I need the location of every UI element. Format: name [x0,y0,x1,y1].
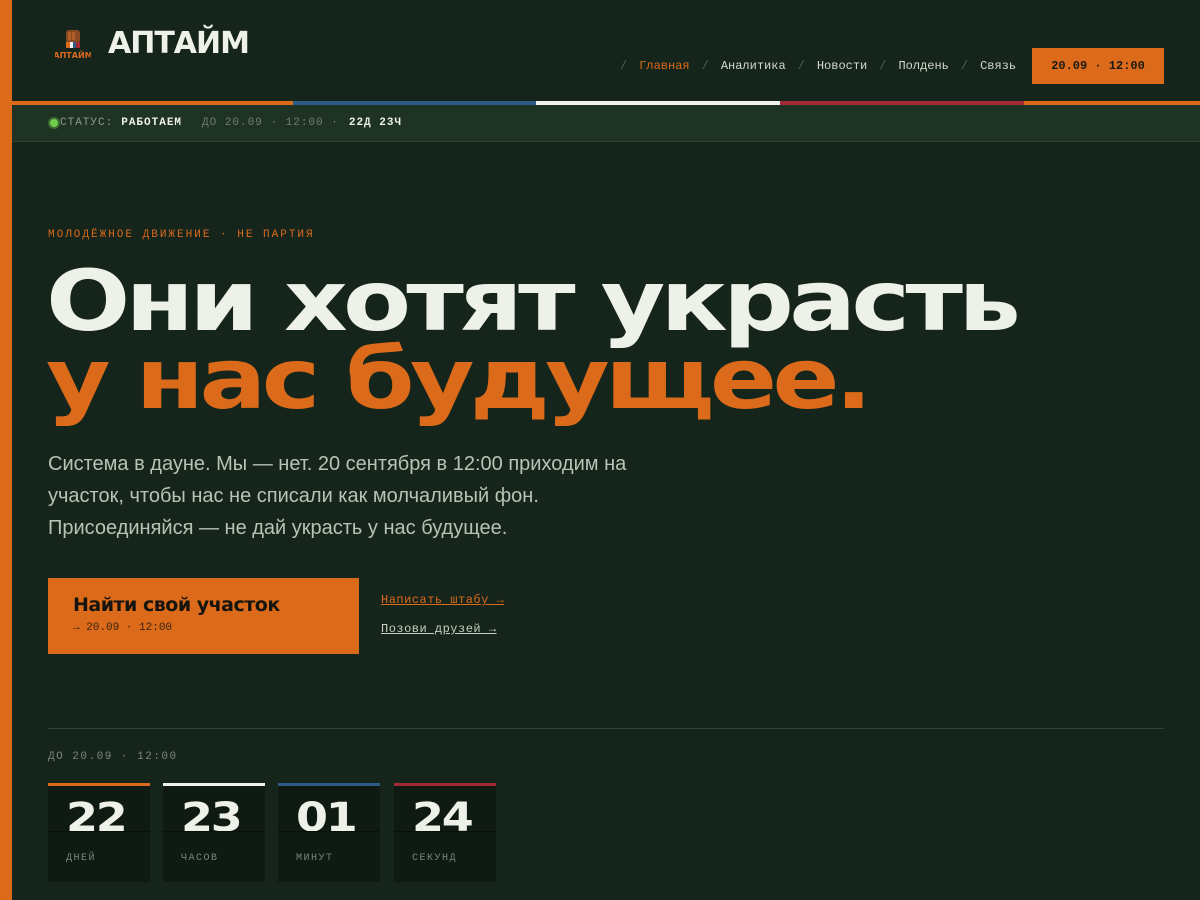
raised-fist-logo-icon[interactable]: АПТАЙМ [55,28,91,60]
counter-value: 23 [181,795,243,841]
counter-unit: СЕКУНД [412,853,458,864]
status-value: РАБОТАЕМ [121,117,183,129]
counter-split-line [163,831,265,832]
nav-item-2[interactable]: Новости [817,59,867,73]
status-indicator-icon [48,117,60,129]
countdown-hours: 23 ЧАСОВ [163,783,265,882]
counter-unit: МИНУТ [296,853,334,864]
counter-accent-bar [394,783,496,786]
main-nav: / Главная / Аналитика / Новости / Полден… [608,59,1016,73]
countdown-label: ДО 20.09 · 12:00 [48,751,178,763]
invite-friends-link[interactable]: Позови друзей → [381,622,497,636]
date-button[interactable]: 20.09 · 12:00 [1032,48,1164,84]
counter-split-line [394,831,496,832]
counter-value: 24 [412,795,474,841]
counter-unit: ДНЕЙ [66,853,97,864]
counter-value: 22 [66,795,128,841]
countdown-days: 22 ДНЕЙ [48,783,150,882]
nav-item-1[interactable]: Аналитика [721,59,786,73]
nav-separator: / [879,59,887,73]
hero-headline: Они хотят украсть у нас будущее. [46,252,1200,428]
nav-item-3[interactable]: Полдень [898,59,948,73]
left-accent-stripe [0,0,12,900]
status-label: СТАТУС: [60,117,114,129]
nav-separator: / [620,59,628,73]
find-polling-station-button[interactable]: Найти свой участок → 20.09 · 12:00 [48,578,359,654]
nav-separator: / [797,59,805,73]
countdown-seconds: 24 СЕКУНД [394,783,496,882]
counter-split-line [48,831,150,832]
cta-title: Найти свой участок [73,594,280,616]
counter-accent-bar [48,783,150,786]
hero-eyebrow: МОЛОДЁЖНОЕ ДВИЖЕНИЕ · НЕ ПАРТИЯ [48,229,315,241]
hero-lead: Система в дауне. Мы — нет. 20 сентября в… [48,453,627,539]
write-hq-link[interactable]: Написать штабу → [381,593,504,607]
logo-caption: АПТАЙМ [55,49,91,60]
site-header: АПТАЙМ АПТАЙМ / Главная / Аналитика / Но… [12,0,1200,101]
counter-value: 01 [296,795,358,841]
nav-item-4[interactable]: Связь [980,59,1016,73]
nav-separator: / [960,59,969,73]
counter-unit: ЧАСОВ [181,853,219,864]
countdown-minutes: 01 МИНУТ [278,783,380,882]
nav-separator: / [701,59,709,73]
counter-split-line [278,831,380,832]
brand-name[interactable]: АПТАЙМ [108,26,250,61]
status-until: ДО 20.09 · 12:00 · [202,117,339,129]
status-bar: СТАТУС: РАБОТАЕМ ДО 20.09 · 12:00 · 22Д … [12,105,1200,142]
counter-accent-bar [278,783,380,786]
section-divider [48,728,1164,729]
headline-line-1: Они хотят украсть [46,252,1021,350]
cta-subtitle: → 20.09 · 12:00 [73,622,173,634]
nav-item-0[interactable]: Главная [639,59,689,73]
headline-line-2: у нас будущее. [46,330,873,428]
counter-accent-bar [163,783,265,786]
status-countdown: 22Д 23Ч [348,117,403,129]
